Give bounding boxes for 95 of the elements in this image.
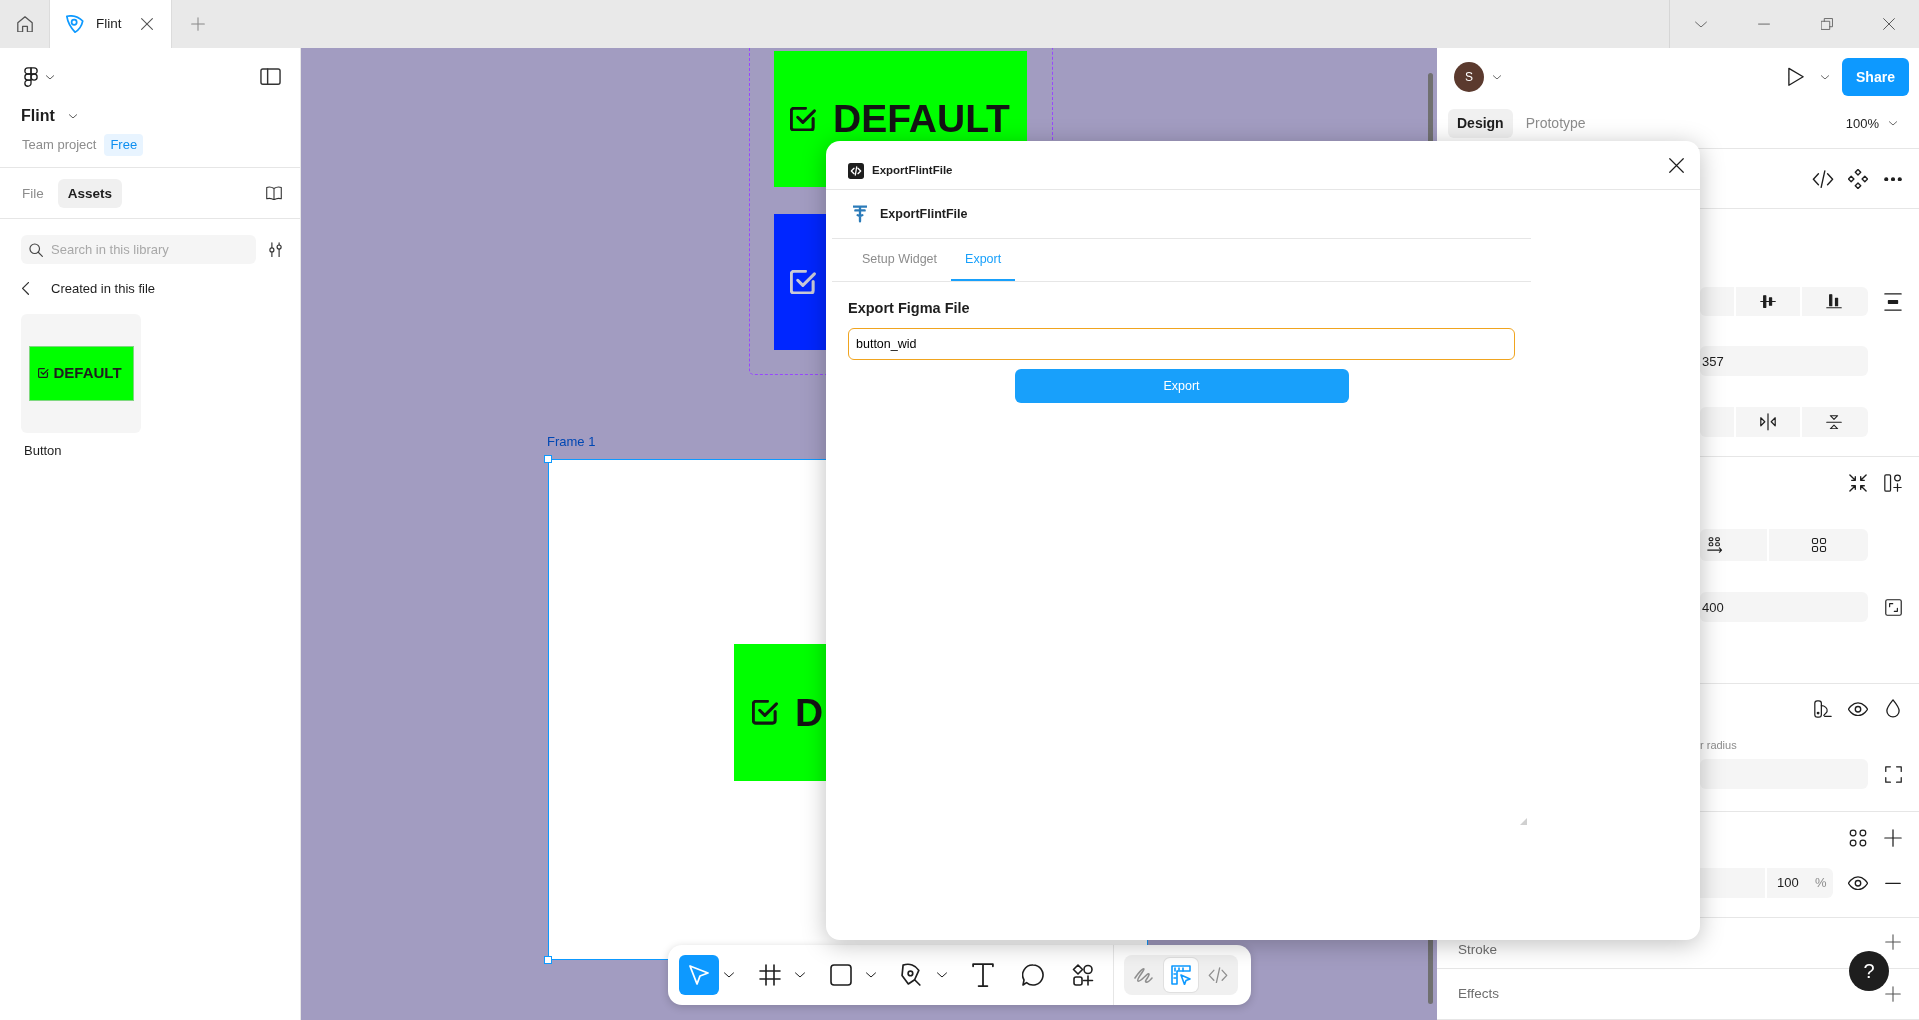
chevron-down-icon[interactable] xyxy=(68,113,77,119)
resize-handle[interactable] xyxy=(544,956,552,964)
panel-tab[interactable]: Assets xyxy=(57,178,123,208)
shapes-plus-icon[interactable] xyxy=(1884,474,1902,492)
frame-icon xyxy=(759,964,781,986)
search-field[interactable]: Search in this library xyxy=(21,235,256,264)
back-chevron-icon[interactable] xyxy=(22,282,29,296)
sidebar-toggle-icon[interactable] xyxy=(260,68,281,86)
plugin-name: ExportFlintFile xyxy=(880,205,968,223)
pen-icon xyxy=(901,963,923,987)
tab[interactable]: Setup Widget xyxy=(848,239,952,281)
opacity-field[interactable]: 100 % xyxy=(1767,868,1833,898)
home-icon[interactable] xyxy=(16,15,33,33)
chevron-down-icon[interactable] xyxy=(46,74,54,80)
breadcrumb-title: Created in this file xyxy=(51,280,156,298)
sliders-icon[interactable] xyxy=(269,241,282,258)
drop-icon[interactable] xyxy=(1886,699,1900,719)
number-field[interactable]: 357 xyxy=(1700,346,1868,376)
filename-field[interactable]: button_wid xyxy=(848,328,1515,360)
chevron-down-icon[interactable] xyxy=(724,972,734,978)
plus-icon[interactable] xyxy=(1885,934,1901,950)
four-diamonds-icon[interactable] xyxy=(1848,169,1868,189)
more-icon[interactable] xyxy=(1884,176,1902,182)
zoom-dropdown[interactable]: 100% xyxy=(1845,113,1879,134)
close-icon[interactable] xyxy=(1669,157,1684,173)
pick-icon xyxy=(66,15,84,33)
resize-grip-icon[interactable] xyxy=(1520,818,1527,825)
shapes-icon xyxy=(1072,964,1094,986)
chevron-down-icon[interactable] xyxy=(937,972,947,978)
plus-icon[interactable] xyxy=(1885,986,1901,1002)
opacity-input[interactable]: 100 xyxy=(1769,873,1803,893)
resize-handle[interactable] xyxy=(544,455,552,463)
number-field[interactable]: 400 xyxy=(1700,592,1868,622)
section-title: Effects xyxy=(1458,986,1500,1002)
grid-arrow-icon xyxy=(1707,537,1723,553)
chevron-down-icon[interactable] xyxy=(795,972,805,978)
cursor-icon xyxy=(689,965,709,985)
collapse-arrows-icon[interactable] xyxy=(1849,474,1867,492)
help-button[interactable]: ? xyxy=(1849,951,1889,991)
code-icon xyxy=(848,163,864,179)
close-icon[interactable] xyxy=(141,18,153,30)
eye-icon[interactable] xyxy=(1848,701,1868,717)
checkbox-icon xyxy=(790,269,817,295)
book-icon[interactable] xyxy=(266,185,282,201)
eye-icon[interactable] xyxy=(1848,875,1868,891)
move-tool[interactable] xyxy=(679,955,719,995)
project-name[interactable]: Flint xyxy=(21,106,55,126)
field-label: r radius xyxy=(1700,738,1737,752)
lines-bar-icon[interactable] xyxy=(1884,292,1902,311)
text-icon xyxy=(972,962,994,988)
comment-icon xyxy=(1022,964,1044,986)
checkbox-icon xyxy=(37,368,49,378)
dialog-title: ExportFlintFile xyxy=(872,163,953,179)
button-label: DEFAULT xyxy=(833,97,1010,141)
flip-vertical-icon xyxy=(1826,414,1842,430)
code-icon[interactable] xyxy=(1812,169,1834,189)
chevron-down-icon[interactable] xyxy=(866,972,876,978)
four-circles-icon[interactable] xyxy=(1849,829,1867,847)
align-bottom-icon xyxy=(1826,294,1842,309)
panel-tab[interactable]: File xyxy=(12,178,54,208)
ruler-cursor-icon xyxy=(1171,965,1191,985)
asset-thumbnail[interactable]: DEFAULT xyxy=(21,313,141,433)
avatar[interactable]: S xyxy=(1454,62,1484,92)
section-heading: Export Figma File xyxy=(848,299,971,318)
minus-icon[interactable] xyxy=(1885,881,1901,885)
asset-name: Button xyxy=(24,441,63,460)
restore-icon[interactable] xyxy=(1821,18,1833,30)
fill-field[interactable] xyxy=(1700,868,1765,898)
document-tab[interactable]: Flint xyxy=(49,0,172,48)
plan-badge: Free xyxy=(104,134,144,156)
panel-tab[interactable]: Design xyxy=(1448,109,1513,138)
team-label: Team project xyxy=(22,136,97,154)
section-title: Stroke xyxy=(1458,942,1498,958)
search-input[interactable]: Search in this library xyxy=(51,239,241,260)
capsule-curve-icon[interactable] xyxy=(1814,700,1832,718)
square-corners-icon[interactable] xyxy=(1884,598,1902,616)
code-icon xyxy=(1208,966,1228,984)
search-icon xyxy=(29,242,43,257)
grid-icon xyxy=(1810,537,1827,553)
flip-horizontal-icon xyxy=(1760,413,1776,431)
design-mode-button[interactable] xyxy=(1164,958,1198,992)
checkbox-icon xyxy=(790,106,817,132)
app-logo-icon[interactable] xyxy=(24,67,38,87)
checkbox-icon xyxy=(752,700,779,725)
align-vertical-center-icon xyxy=(1760,294,1776,309)
corners-icon[interactable] xyxy=(1884,765,1902,783)
number-field[interactable] xyxy=(1700,759,1868,789)
button-label: D xyxy=(795,690,824,735)
play-icon[interactable] xyxy=(1788,67,1804,87)
rectangle-icon xyxy=(830,964,852,986)
plus-icon[interactable] xyxy=(1884,829,1902,847)
plugin-logo-icon xyxy=(853,205,867,223)
preview-label: DEFAULT xyxy=(53,362,122,383)
scribble-icon xyxy=(1134,966,1154,984)
percent-unit: % xyxy=(1815,874,1827,893)
